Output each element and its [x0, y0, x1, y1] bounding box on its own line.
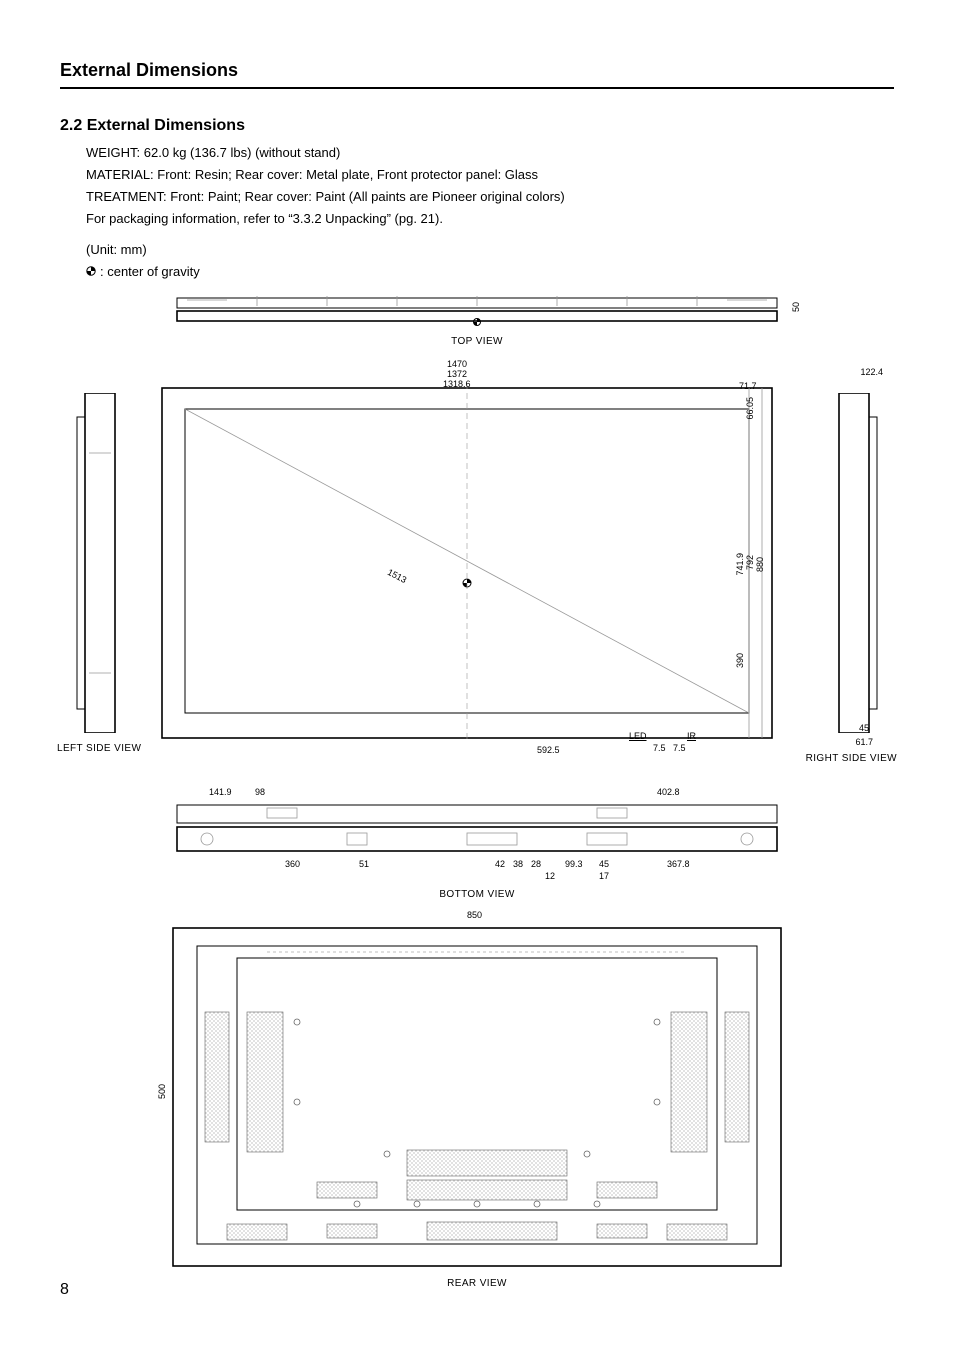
dim-br-d: 38: [513, 859, 523, 869]
dim-fr-b: 66.05: [745, 397, 755, 420]
left-side-svg: [67, 393, 127, 733]
dim-br-c: 42: [495, 859, 505, 869]
dim-br-a: 360: [285, 859, 300, 869]
dim-bl-a: 141.9: [209, 787, 232, 797]
header-rule: [60, 87, 894, 89]
right-side-svg: [827, 393, 887, 733]
dim-h3: 880: [755, 557, 765, 572]
dim-w2: 1372: [447, 369, 467, 379]
dim-w3: 1318.6: [443, 379, 471, 389]
dim-lower-h: 390: [735, 653, 745, 668]
right-side-caption: RIGHT SIDE VIEW: [806, 753, 897, 764]
top-view-block: 50 TOP VIEW: [60, 292, 894, 347]
intro-block: WEIGHT: 62.0 kg (136.7 lbs) (without sta…: [86, 143, 894, 282]
dim-h2: 792: [745, 555, 755, 570]
dim-br-e: 28: [531, 859, 541, 869]
page-number: 8: [60, 1281, 69, 1299]
treatment-line: TREATMENT: Front: Paint; Rear cover: Pai…: [86, 187, 894, 207]
top-view-caption: TOP VIEW: [60, 336, 894, 347]
center-of-gravity-icon: [86, 262, 96, 282]
dim-right-bottom-b: 61.7: [855, 737, 873, 747]
dim-br-g: 45: [599, 859, 609, 869]
rear-view-svg: [167, 922, 787, 1272]
dim-br-f: 99.3: [565, 859, 583, 869]
dim-right-top: 122.4: [860, 367, 883, 377]
dim-bottom-center: 592.5: [537, 745, 560, 755]
dim-ledir-a: 7.5: [653, 743, 666, 753]
dim-bsub-b: 17: [599, 871, 609, 881]
page-header-title: External Dimensions: [60, 60, 894, 81]
packaging-ref-line: For packaging information, refer to “3.3…: [86, 209, 894, 229]
dim-top-depth: 50: [791, 302, 801, 312]
dim-fr-a: 71.7: [739, 381, 757, 391]
rear-view-caption: REAR VIEW: [60, 1278, 894, 1289]
label-ir: IR: [687, 731, 696, 741]
dim-br: 402.8: [657, 787, 680, 797]
front-view-svg: [157, 383, 777, 743]
label-led: LED: [629, 731, 647, 741]
material-line: MATERIAL: Front: Resin; Rear cover: Meta…: [86, 165, 894, 185]
dim-w1: 1470: [447, 359, 467, 369]
left-side-caption: LEFT SIDE VIEW: [57, 743, 141, 754]
dim-ledir-b: 7.5: [673, 743, 686, 753]
unit-line: (Unit: mm): [86, 240, 894, 260]
dim-br-h: 367.8: [667, 859, 690, 869]
center-of-gravity-line: : center of gravity: [86, 262, 894, 282]
dim-h1: 741.9: [735, 553, 745, 576]
dim-br-b: 51: [359, 859, 369, 869]
bottom-view-svg: [167, 801, 787, 857]
section-title: 2.2 External Dimensions: [60, 117, 894, 135]
dim-rear-h: 500: [157, 1084, 167, 1099]
dim-bsub-a: 12: [545, 871, 555, 881]
top-view-svg: [167, 292, 787, 336]
center-of-gravity-text: : center of gravity: [100, 262, 200, 282]
dim-right-bottom-a: 45: [859, 723, 869, 733]
dim-bl-b: 98: [255, 787, 265, 797]
dim-rear-w: 850: [467, 910, 482, 920]
bottom-view-caption: BOTTOM VIEW: [60, 889, 894, 900]
weight-line: WEIGHT: 62.0 kg (136.7 lbs) (without sta…: [86, 143, 894, 163]
